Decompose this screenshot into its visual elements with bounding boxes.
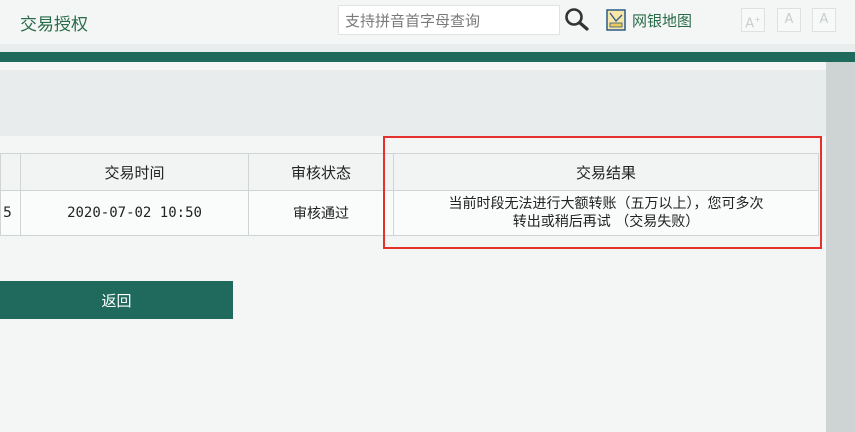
font-increase-mark: +: [754, 15, 761, 24]
cell-review-status: 审核通过: [248, 190, 394, 236]
result-line-1: 当前时段无法进行大额转账（五万以上），您可多次: [448, 196, 764, 212]
font-decrease-button[interactable]: A: [812, 8, 836, 32]
font-decrease-label: A: [819, 12, 829, 27]
page-title: 交易授权: [20, 15, 88, 35]
sitemap-label: 网银地图: [632, 11, 693, 30]
cell-time: 2020-07-02 10:50: [20, 190, 249, 236]
column-header-previous: [0, 153, 21, 191]
panel-edge: [826, 62, 855, 432]
cell-result: 当前时段无法进行大额转账（五万以上），您可多次 转出或稍后再试 （交易失败）: [393, 190, 819, 236]
font-increase-label: A: [745, 16, 755, 32]
search-icon[interactable]: [562, 6, 592, 32]
search-input[interactable]: [343, 9, 557, 33]
table-row: 5 2020-07-02 10:50 审核通过 当前时段无法进行大额转账（五万以…: [0, 190, 819, 236]
column-header-time: 交易时间: [20, 153, 249, 191]
map-icon: [606, 9, 626, 31]
search-box[interactable]: [338, 5, 560, 35]
font-normal-button[interactable]: A: [777, 8, 801, 32]
result-line-2: 转出或稍后再试 （交易失败）: [512, 214, 700, 230]
sitemap-link[interactable]: 网银地图: [606, 7, 692, 33]
cell-previous: 5: [0, 190, 21, 236]
nav-band: [0, 52, 855, 62]
column-header-review: 审核状态: [248, 153, 394, 191]
column-header-result: 交易结果: [393, 153, 819, 191]
section-header: [0, 70, 826, 136]
table-header-row: 交易时间 审核状态 交易结果: [0, 153, 819, 191]
font-increase-button[interactable]: A+: [741, 8, 765, 32]
font-normal-label: A: [784, 12, 794, 27]
return-button[interactable]: 返回: [0, 281, 233, 319]
top-header: 交易授权 网银地图 A+ A A: [0, 0, 855, 44]
transaction-table: 交易时间 审核状态 交易结果 5 2020-07-02 10:50 审核通过 当…: [0, 153, 819, 236]
page: 交易授权 网银地图 A+ A A: [0, 0, 855, 432]
